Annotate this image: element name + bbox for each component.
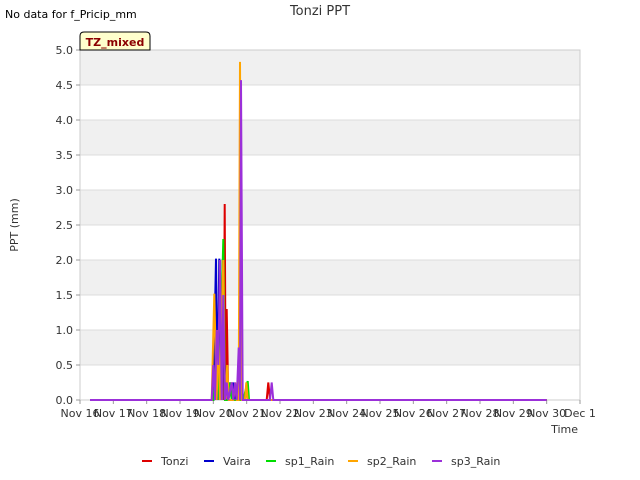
legend-label: Tonzi (160, 455, 188, 468)
x-axis-ticks: Nov 16Nov 17Nov 18Nov 19Nov 20Nov 21Nov … (61, 400, 596, 420)
y-tick-label: 4.5 (56, 79, 74, 92)
y-tick-label: 2.5 (56, 219, 74, 232)
x-tick-label: Nov 30 (527, 407, 566, 420)
y-tick-label: 5.0 (56, 44, 74, 57)
chart-title: Tonzi PPT (289, 4, 350, 19)
badge-label: TZ_mixed (86, 36, 145, 49)
y-tick-label: 2.0 (56, 254, 74, 267)
legend-label: sp3_Rain (451, 455, 500, 468)
y-axis-title: PPT (mm) (8, 198, 21, 252)
legend-label: Vaira (223, 455, 251, 468)
x-tick-label: Dec 1 (564, 407, 596, 420)
grid-band (80, 50, 580, 85)
y-tick-label: 3.0 (56, 184, 74, 197)
grid-bands (80, 50, 580, 365)
legend: Tonzi Vaira sp1_Rain sp2_Rain sp3_Rain (142, 455, 500, 468)
y-tick-label: 0.5 (56, 359, 74, 372)
x-axis-title: Time (550, 423, 578, 436)
grid-band (80, 190, 580, 225)
ppt-chart: Nov 16Nov 17Nov 18Nov 19Nov 20Nov 21Nov … (8, 4, 596, 468)
legend-label: sp2_Rain (367, 455, 416, 468)
grid-band (80, 120, 580, 155)
y-tick-label: 3.5 (56, 149, 74, 162)
y-tick-label: 4.0 (56, 114, 74, 127)
y-axis-ticks: 0.0 0.5 1.0 1.5 2.0 2.5 3.0 3.5 4.0 4.5 5.0 (56, 44, 80, 407)
tz-mixed-badge: TZ_mixed (79, 31, 151, 51)
y-tick-label: 1.0 (56, 324, 74, 337)
series-line-tonzi (90, 203, 547, 401)
y-tick-label: 0.0 (56, 394, 74, 407)
legend-label: sp1_Rain (285, 455, 334, 468)
grid-band (80, 260, 580, 295)
y-tick-label: 1.5 (56, 289, 74, 302)
grid-band (80, 330, 580, 365)
